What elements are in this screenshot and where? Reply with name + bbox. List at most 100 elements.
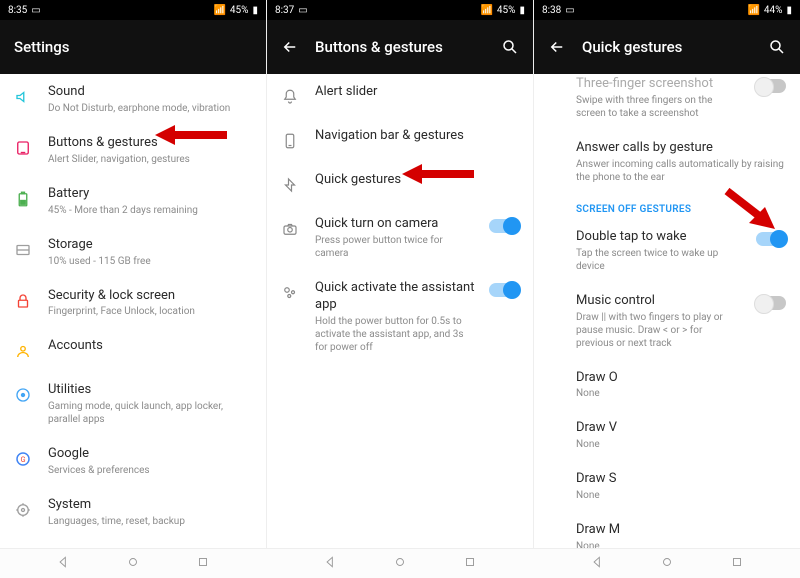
status-bar: 8:38▭ 📶44%▮ (534, 0, 800, 20)
buttons-list[interactable]: Alert slider Navigation bar & gestures Q… (267, 74, 533, 548)
battery-text: 45% (230, 5, 249, 16)
battery-text: 44% (764, 5, 783, 16)
search-button[interactable] (501, 38, 519, 56)
item-quick-camera[interactable]: Quick turn on cameraPress power button t… (267, 206, 533, 270)
battery-icon (12, 188, 34, 210)
item-alert-slider[interactable]: Alert slider (267, 74, 533, 118)
nav-home-icon[interactable] (660, 554, 674, 573)
nav-back-icon[interactable] (56, 554, 70, 573)
subtitle: Hold the power button for 0.5s to activa… (315, 315, 475, 354)
alert-icon (279, 86, 301, 108)
settings-list[interactable]: SoundDo Not Disturb, earphone mode, vibr… (0, 74, 266, 548)
item-quick-gestures[interactable]: Quick gestures (267, 162, 533, 206)
subtitle: Press power button twice for camera (315, 234, 475, 260)
item-accounts[interactable]: Accounts (0, 328, 266, 372)
search-button[interactable] (768, 38, 786, 56)
signal-icon: 📶 (213, 5, 225, 16)
nav-icon (279, 130, 301, 152)
item-double-tap[interactable]: Double tap to wakeTap the screen twice t… (534, 219, 800, 283)
subtitle: None (576, 489, 786, 502)
label: Quick turn on camera (315, 216, 475, 233)
page-title: Quick gestures (582, 38, 752, 56)
subtitle: 10% used - 115 GB free (48, 255, 252, 268)
subtitle: Services & preferences (48, 464, 252, 477)
label: System (48, 497, 252, 514)
item-utilities[interactable]: UtilitiesGaming mode, quick launch, app … (0, 372, 266, 436)
label: Storage (48, 237, 252, 254)
subtitle: Languages, time, reset, backup (48, 515, 252, 528)
item-storage[interactable]: Storage10% used - 115 GB free (0, 227, 266, 278)
assist-icon (279, 282, 301, 304)
msg-icon: ▭ (31, 5, 40, 16)
label: Music control (576, 293, 742, 310)
item-google[interactable]: GGoogleServices & preferences (0, 436, 266, 487)
nav-home-icon[interactable] (393, 554, 407, 573)
label: Quick gestures (315, 172, 519, 189)
label: Sound (48, 84, 252, 101)
item-draw-m[interactable]: Draw MNone (534, 512, 800, 548)
signal-icon: 📶 (480, 5, 492, 16)
utilities-icon (12, 384, 34, 406)
signal-icon: 📶 (747, 5, 759, 16)
camera-icon (279, 218, 301, 240)
label: Draw S (576, 471, 786, 488)
toggle-switch[interactable] (756, 79, 786, 93)
battery-icon: ▮ (786, 5, 792, 16)
nav-back-icon[interactable] (323, 554, 337, 573)
item-navigation[interactable]: Navigation bar & gestures (267, 118, 533, 162)
label: Draw M (576, 522, 786, 539)
item-answer-calls[interactable]: Answer calls by gestureAnswer incoming c… (534, 130, 800, 194)
nav-home-icon[interactable] (126, 554, 140, 573)
subtitle: None (576, 540, 786, 548)
item-battery[interactable]: Battery45% - More than 2 days remaining (0, 176, 266, 227)
item-security[interactable]: Security & lock screenFingerprint, Face … (0, 278, 266, 329)
subtitle: Answer incoming calls automatically by r… (576, 158, 786, 184)
subtitle: 45% - More than 2 days remaining (48, 204, 252, 217)
msg-icon: ▭ (565, 5, 574, 16)
item-music-control[interactable]: Music controlDraw || with two fingers to… (534, 283, 800, 360)
section-screen-off: SCREEN OFF GESTURES (534, 194, 800, 219)
subtitle: None (576, 438, 786, 451)
subtitle: Do Not Disturb, earphone mode, vibration (48, 102, 252, 115)
toggle-switch[interactable] (756, 296, 786, 310)
label: Quick activate the assistant app (315, 280, 475, 314)
item-draw-s[interactable]: Draw SNone (534, 461, 800, 512)
battery-icon: ▮ (519, 5, 525, 16)
nav-recent-icon[interactable] (196, 554, 210, 573)
svg-text:G: G (20, 455, 25, 464)
label: Draw V (576, 420, 786, 437)
item-buttons-gestures[interactable]: Buttons & gesturesAlert Slider, navigati… (0, 125, 266, 176)
subtitle: Swipe with three fingers on the screen t… (576, 94, 742, 120)
label: Accounts (48, 338, 252, 355)
item-sound[interactable]: SoundDo Not Disturb, earphone mode, vibr… (0, 74, 266, 125)
toggle-switch[interactable] (489, 219, 519, 233)
nav-back-icon[interactable] (590, 554, 604, 573)
item-draw-v[interactable]: Draw VNone (534, 410, 800, 461)
phone-quick-gestures: 8:38▭ 📶44%▮ Quick gestures Three-finger … (533, 0, 800, 548)
android-navbar (0, 548, 800, 578)
nav-recent-icon[interactable] (463, 554, 477, 573)
status-bar: 8:37▭ 📶45%▮ (267, 0, 533, 20)
toggle-switch[interactable] (756, 232, 786, 246)
google-icon: G (12, 448, 34, 470)
subtitle: Gaming mode, quick launch, app locker, p… (48, 400, 252, 426)
item-system[interactable]: SystemLanguages, time, reset, backup (0, 487, 266, 538)
security-icon (12, 290, 34, 312)
item-three-finger[interactable]: Three-finger screenshotSwipe with three … (534, 74, 800, 130)
label: Double tap to wake (576, 229, 742, 246)
system-icon (12, 499, 34, 521)
label: Answer calls by gesture (576, 140, 786, 157)
label: Utilities (48, 382, 252, 399)
item-about[interactable]: About phoneONEPLUS A6010 (0, 538, 266, 548)
back-button[interactable] (548, 38, 566, 56)
item-draw-o[interactable]: Draw ONone (534, 360, 800, 411)
back-button[interactable] (281, 38, 299, 56)
page-title: Buttons & gestures (315, 38, 485, 56)
header: Buttons & gestures (267, 20, 533, 74)
nav-recent-icon[interactable] (730, 554, 744, 573)
status-bar: 8:35▭ 📶45%▮ (0, 0, 266, 20)
toggle-switch[interactable] (489, 283, 519, 297)
buttons-icon (12, 137, 34, 159)
gestures-list[interactable]: Three-finger screenshotSwipe with three … (534, 74, 800, 548)
item-assistant[interactable]: Quick activate the assistant appHold the… (267, 270, 533, 364)
